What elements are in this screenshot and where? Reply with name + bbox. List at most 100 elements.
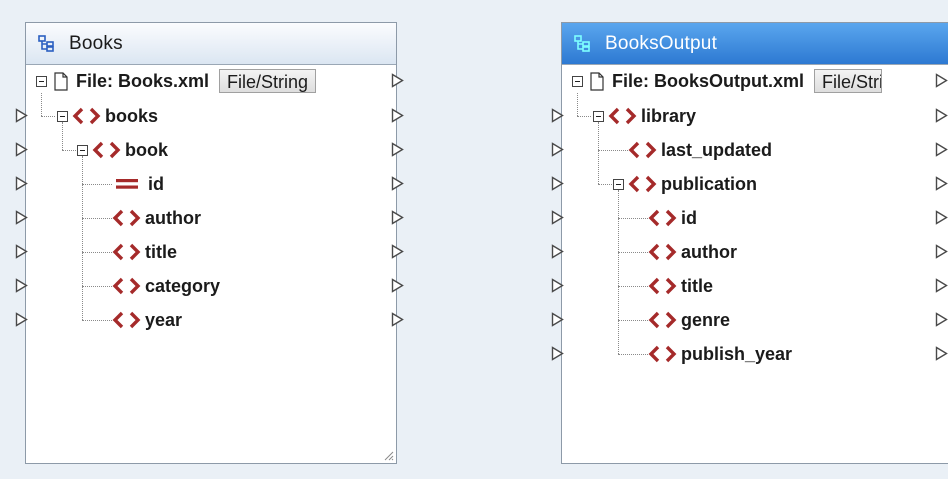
- output-connector-icon[interactable]: [391, 210, 404, 225]
- node-publish-year[interactable]: publish_year: [648, 339, 792, 369]
- tree-line: [577, 93, 578, 116]
- node-publication[interactable]: publication: [613, 169, 757, 199]
- output-connector-icon[interactable]: [391, 278, 404, 293]
- node-label: library: [641, 105, 697, 126]
- output-connector-icon[interactable]: [935, 312, 948, 327]
- element-icon: [628, 175, 658, 193]
- file-string-button[interactable]: File/String: [814, 69, 883, 93]
- node-label: id: [681, 207, 697, 228]
- output-connector-icon[interactable]: [935, 108, 948, 123]
- element-icon: [112, 311, 142, 329]
- output-connector-icon[interactable]: [935, 210, 948, 225]
- node-title[interactable]: title: [112, 237, 177, 267]
- element-icon: [72, 107, 102, 125]
- file-node[interactable]: File: BooksOutput.xml File/String: [572, 66, 883, 96]
- input-connector-icon[interactable]: [15, 142, 28, 157]
- input-connector-icon[interactable]: [551, 176, 564, 191]
- node-year[interactable]: year: [112, 305, 182, 335]
- node-label: category: [145, 275, 221, 296]
- output-connector-icon[interactable]: [935, 278, 948, 293]
- node-label: books: [105, 105, 159, 126]
- element-icon: [608, 107, 638, 125]
- output-connector-icon[interactable]: [391, 73, 404, 88]
- node-author[interactable]: author: [112, 203, 201, 233]
- node-title[interactable]: title: [648, 271, 713, 301]
- output-connector-icon[interactable]: [935, 73, 948, 88]
- booksoutput-component-title: BooksOutput: [605, 32, 718, 54]
- tree-line: [618, 218, 648, 219]
- tree-line: [82, 320, 112, 321]
- collapse-icon[interactable]: [593, 110, 604, 122]
- resize-grip-icon[interactable]: [383, 450, 394, 461]
- tree-line: [82, 252, 112, 253]
- input-connector-icon[interactable]: [551, 244, 564, 259]
- input-connector-icon[interactable]: [551, 142, 564, 157]
- tree-line: [41, 93, 42, 116]
- node-category[interactable]: category: [112, 271, 220, 301]
- element-icon: [648, 277, 678, 295]
- element-icon: [92, 141, 122, 159]
- tree-line: [618, 320, 648, 321]
- input-connector-icon[interactable]: [15, 244, 28, 259]
- input-connector-icon[interactable]: [15, 108, 28, 123]
- file-string-button[interactable]: File/String: [219, 69, 317, 93]
- output-connector-icon[interactable]: [391, 142, 404, 157]
- file-node[interactable]: File: Books.xml File/String: [36, 66, 317, 96]
- element-icon: [648, 311, 678, 329]
- collapse-icon[interactable]: [36, 75, 47, 87]
- tree-line: [598, 150, 628, 151]
- input-connector-icon[interactable]: [551, 108, 564, 123]
- node-label: year: [145, 309, 183, 330]
- input-connector-icon[interactable]: [15, 278, 28, 293]
- node-author[interactable]: author: [648, 237, 737, 267]
- component-icon: [38, 35, 55, 52]
- tree-line: [618, 286, 648, 287]
- output-connector-icon[interactable]: [391, 312, 404, 327]
- node-label: publish_year: [681, 343, 793, 364]
- collapse-icon[interactable]: [57, 110, 68, 122]
- collapse-icon[interactable]: [613, 178, 624, 190]
- booksoutput-component-header[interactable]: BooksOutput: [562, 23, 948, 65]
- element-icon: [628, 141, 658, 159]
- input-connector-icon[interactable]: [551, 312, 564, 327]
- element-icon: [648, 345, 678, 363]
- node-library[interactable]: library: [593, 101, 696, 131]
- node-label: author: [681, 241, 737, 262]
- output-connector-icon[interactable]: [935, 244, 948, 259]
- input-connector-icon[interactable]: [15, 312, 28, 327]
- tree-line: [82, 286, 112, 287]
- books-component-header[interactable]: Books: [26, 23, 396, 65]
- output-connector-icon[interactable]: [391, 176, 404, 191]
- node-id[interactable]: id: [648, 203, 697, 233]
- input-connector-icon[interactable]: [551, 210, 564, 225]
- output-connector-icon[interactable]: [391, 108, 404, 123]
- books-component[interactable]: Books File: Books.xml File/String books …: [25, 22, 397, 464]
- node-label: last_updated: [661, 139, 773, 160]
- booksoutput-component[interactable]: BooksOutput File: BooksOutput.xml File/S…: [561, 22, 948, 464]
- node-genre[interactable]: genre: [648, 305, 730, 335]
- input-connector-icon[interactable]: [15, 210, 28, 225]
- output-connector-icon[interactable]: [391, 244, 404, 259]
- tree-line: [618, 252, 648, 253]
- input-connector-icon[interactable]: [551, 346, 564, 361]
- element-icon: [112, 243, 142, 261]
- node-label: author: [145, 207, 201, 228]
- output-connector-icon[interactable]: [935, 346, 948, 361]
- collapse-icon[interactable]: [572, 75, 583, 87]
- tree-line: [82, 184, 112, 185]
- node-last-updated[interactable]: last_updated: [628, 135, 772, 165]
- attribute-icon: [115, 177, 139, 191]
- tree-line: [41, 116, 55, 117]
- collapse-icon[interactable]: [77, 144, 88, 156]
- node-label: book: [125, 139, 168, 160]
- output-connector-icon[interactable]: [935, 176, 948, 191]
- node-books[interactable]: books: [57, 101, 158, 131]
- tree-line: [598, 184, 612, 185]
- node-id[interactable]: id: [115, 169, 164, 199]
- output-connector-icon[interactable]: [935, 142, 948, 157]
- node-book[interactable]: book: [77, 135, 168, 165]
- element-icon: [112, 209, 142, 227]
- tree-line: [618, 354, 648, 355]
- input-connector-icon[interactable]: [15, 176, 28, 191]
- input-connector-icon[interactable]: [551, 278, 564, 293]
